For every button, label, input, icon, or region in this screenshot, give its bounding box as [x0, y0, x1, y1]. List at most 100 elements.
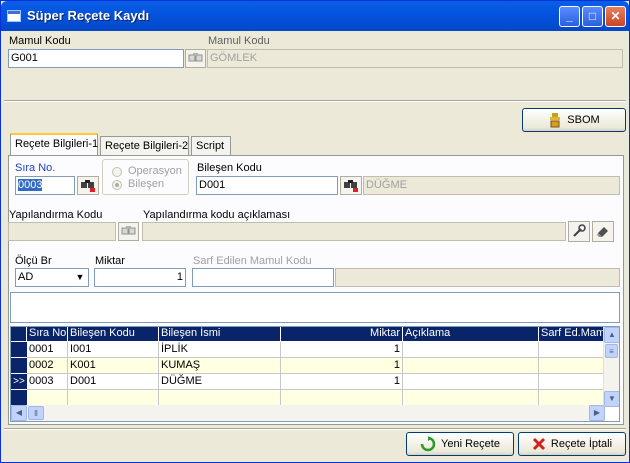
mamul-kodu-input[interactable]: G001 — [8, 49, 184, 68]
operasyon-radio[interactable] — [112, 167, 122, 177]
mamul-kodu-label: Mamul Kodu — [9, 35, 71, 47]
operasyon-label: Operasyon — [128, 165, 182, 177]
row-indicator[interactable] — [11, 358, 27, 374]
bilesen-radio-label: Bileşen — [128, 178, 165, 190]
cell-kod[interactable]: D001 — [68, 374, 159, 390]
cell-sira[interactable]: 0001 — [27, 342, 68, 358]
tab-recete-bilgileri-2[interactable]: Reçete Bilgileri-2 — [100, 136, 189, 156]
col-aciklama[interactable]: Açıklama — [403, 327, 539, 341]
cell-miktar[interactable]: 1 — [281, 342, 403, 358]
yeni-recete-label: Yeni Reçete — [441, 438, 500, 450]
cell-isim[interactable]: İPLİK — [159, 342, 281, 358]
scroll-right-icon[interactable]: ▶ — [589, 405, 605, 421]
cell-isim[interactable]: KUMAŞ — [159, 358, 281, 374]
cell-aciklama[interactable] — [403, 390, 539, 406]
cell-miktar[interactable]: 1 — [281, 358, 403, 374]
sira-no-input[interactable]: 0003 — [15, 176, 75, 195]
app-window-icon — [7, 10, 21, 22]
eraser-button[interactable] — [592, 221, 614, 242]
olcu-br-label: Ölçü Br — [15, 255, 52, 267]
cell-kod[interactable] — [68, 390, 159, 406]
bilesen-kodu-input[interactable]: D001 — [196, 176, 338, 195]
cell-miktar[interactable] — [281, 390, 403, 406]
maximize-button[interactable]: □ — [582, 6, 603, 27]
header-divider — [4, 100, 626, 102]
window-title: Süper Reçete Kaydı — [27, 8, 150, 23]
cell-kod[interactable]: K001 — [68, 358, 159, 374]
yapilandirma-aciklama-input — [142, 222, 566, 241]
cell-sarf[interactable] — [539, 390, 605, 406]
lookup-icon — [188, 53, 203, 62]
cell-sarf[interactable] — [539, 342, 605, 358]
bilesen-kodu-label: Bileşen Kodu — [197, 162, 262, 174]
yapilandirma-lookup-button[interactable] — [118, 222, 139, 241]
scroll-up-icon[interactable]: ▲ — [604, 327, 619, 343]
sbom-button[interactable]: SBOM — [522, 108, 626, 132]
olcu-br-value: AD — [18, 271, 34, 283]
lookup-icon — [121, 226, 136, 235]
grid-horizontal-scrollbar[interactable]: ◀ ⦀ ▶ — [11, 405, 605, 421]
sira-no-lookup-button[interactable] — [77, 176, 99, 195]
grid-vertical-scrollbar[interactable]: ▲ ≡ ▼ — [603, 327, 619, 407]
cell-miktar[interactable]: 1 — [281, 374, 403, 390]
mamul-lookup-button[interactable] — [185, 49, 206, 68]
mamul-desc-field: GÖMLEK — [207, 49, 623, 68]
type-radio-group: Operasyon Bileşen — [102, 159, 189, 195]
lookup-red-icon — [81, 180, 95, 192]
grid-header-corner — [11, 327, 27, 341]
bilesen-radio[interactable] — [112, 180, 122, 190]
scroll-thumb-vertical[interactable]: ≡ — [605, 344, 618, 358]
cell-sira[interactable]: 0002 — [27, 358, 68, 374]
yeni-recete-button[interactable]: Yeni Reçete — [406, 432, 514, 456]
scroll-thumb-horizontal[interactable]: ⦀ — [28, 406, 44, 420]
sbom-label: SBOM — [567, 114, 600, 126]
cell-sira[interactable]: 0003 — [27, 374, 68, 390]
yapilandirma-aciklama-label: Yapılandırma kodu açıklaması — [143, 209, 291, 221]
close-button[interactable]: ✕ — [605, 6, 626, 27]
bilesen-lookup-button[interactable] — [340, 176, 362, 195]
cell-aciklama[interactable] — [403, 358, 539, 374]
cell-kod[interactable]: I001 — [68, 342, 159, 358]
tab-script[interactable]: Script — [191, 136, 231, 156]
cancel-x-icon — [532, 437, 545, 451]
cell-sarf[interactable] — [539, 358, 605, 374]
bilesen-desc-field: DÜĞME — [363, 176, 620, 195]
minimize-button[interactable]: _ — [559, 6, 580, 27]
miktar-input[interactable]: 1 — [94, 268, 186, 287]
col-miktar[interactable]: Miktar — [281, 327, 403, 341]
col-sarf-ed-mam[interactable]: Sarf Ed.Mam. — [539, 327, 605, 341]
refresh-icon — [420, 436, 436, 452]
col-bilesen-kodu[interactable]: Bileşen Kodu — [68, 327, 159, 341]
lookup-red-icon — [344, 180, 358, 192]
cell-aciklama[interactable] — [403, 342, 539, 358]
cell-isim[interactable]: DÜĞME — [159, 374, 281, 390]
row-indicator[interactable]: >> — [11, 374, 27, 390]
sbom-icon — [550, 113, 561, 128]
recipe-grid[interactable]: Sıra No. Bileşen Kodu Bileşen İsmi Mikta… — [10, 326, 620, 422]
col-sira-no[interactable]: Sıra No. — [27, 327, 68, 341]
wrench-icon — [573, 224, 586, 237]
scroll-left-icon[interactable]: ◀ — [11, 405, 27, 421]
cell-sarf[interactable] — [539, 374, 605, 390]
olcu-br-select[interactable]: AD ▼ — [15, 268, 89, 287]
note-area[interactable] — [10, 292, 620, 323]
cell-aciklama[interactable] — [403, 374, 539, 390]
cell-isim[interactable] — [159, 390, 281, 406]
recete-iptali-button[interactable]: Reçete İptali — [518, 432, 626, 456]
tab-recete-bilgileri-1[interactable]: Reçete Bilgileri-1 — [10, 133, 98, 156]
sarf-desc-field — [335, 268, 620, 287]
cell-sira[interactable] — [27, 390, 68, 406]
col-bilesen-ismi[interactable]: Bileşen İsmi — [159, 327, 281, 341]
configure-tool-button[interactable] — [568, 221, 590, 242]
sarf-input[interactable] — [192, 268, 334, 287]
chevron-down-icon[interactable]: ▼ — [72, 269, 88, 286]
row-indicator[interactable] — [11, 342, 27, 358]
miktar-label: Miktar — [95, 255, 125, 267]
recipe-window: Süper Reçete Kaydı _ □ ✕ Mamul Kodu G001… — [0, 0, 630, 463]
yapilandirma-kodu-input[interactable] — [8, 222, 116, 241]
scroll-down-icon[interactable]: ▼ — [604, 391, 619, 407]
grid-header: Sıra No. Bileşen Kodu Bileşen İsmi Mikta… — [11, 327, 605, 341]
row-indicator[interactable] — [11, 390, 27, 406]
title-bar[interactable]: Süper Reçete Kaydı _ □ ✕ — [1, 1, 629, 31]
footer-divider — [4, 428, 626, 430]
